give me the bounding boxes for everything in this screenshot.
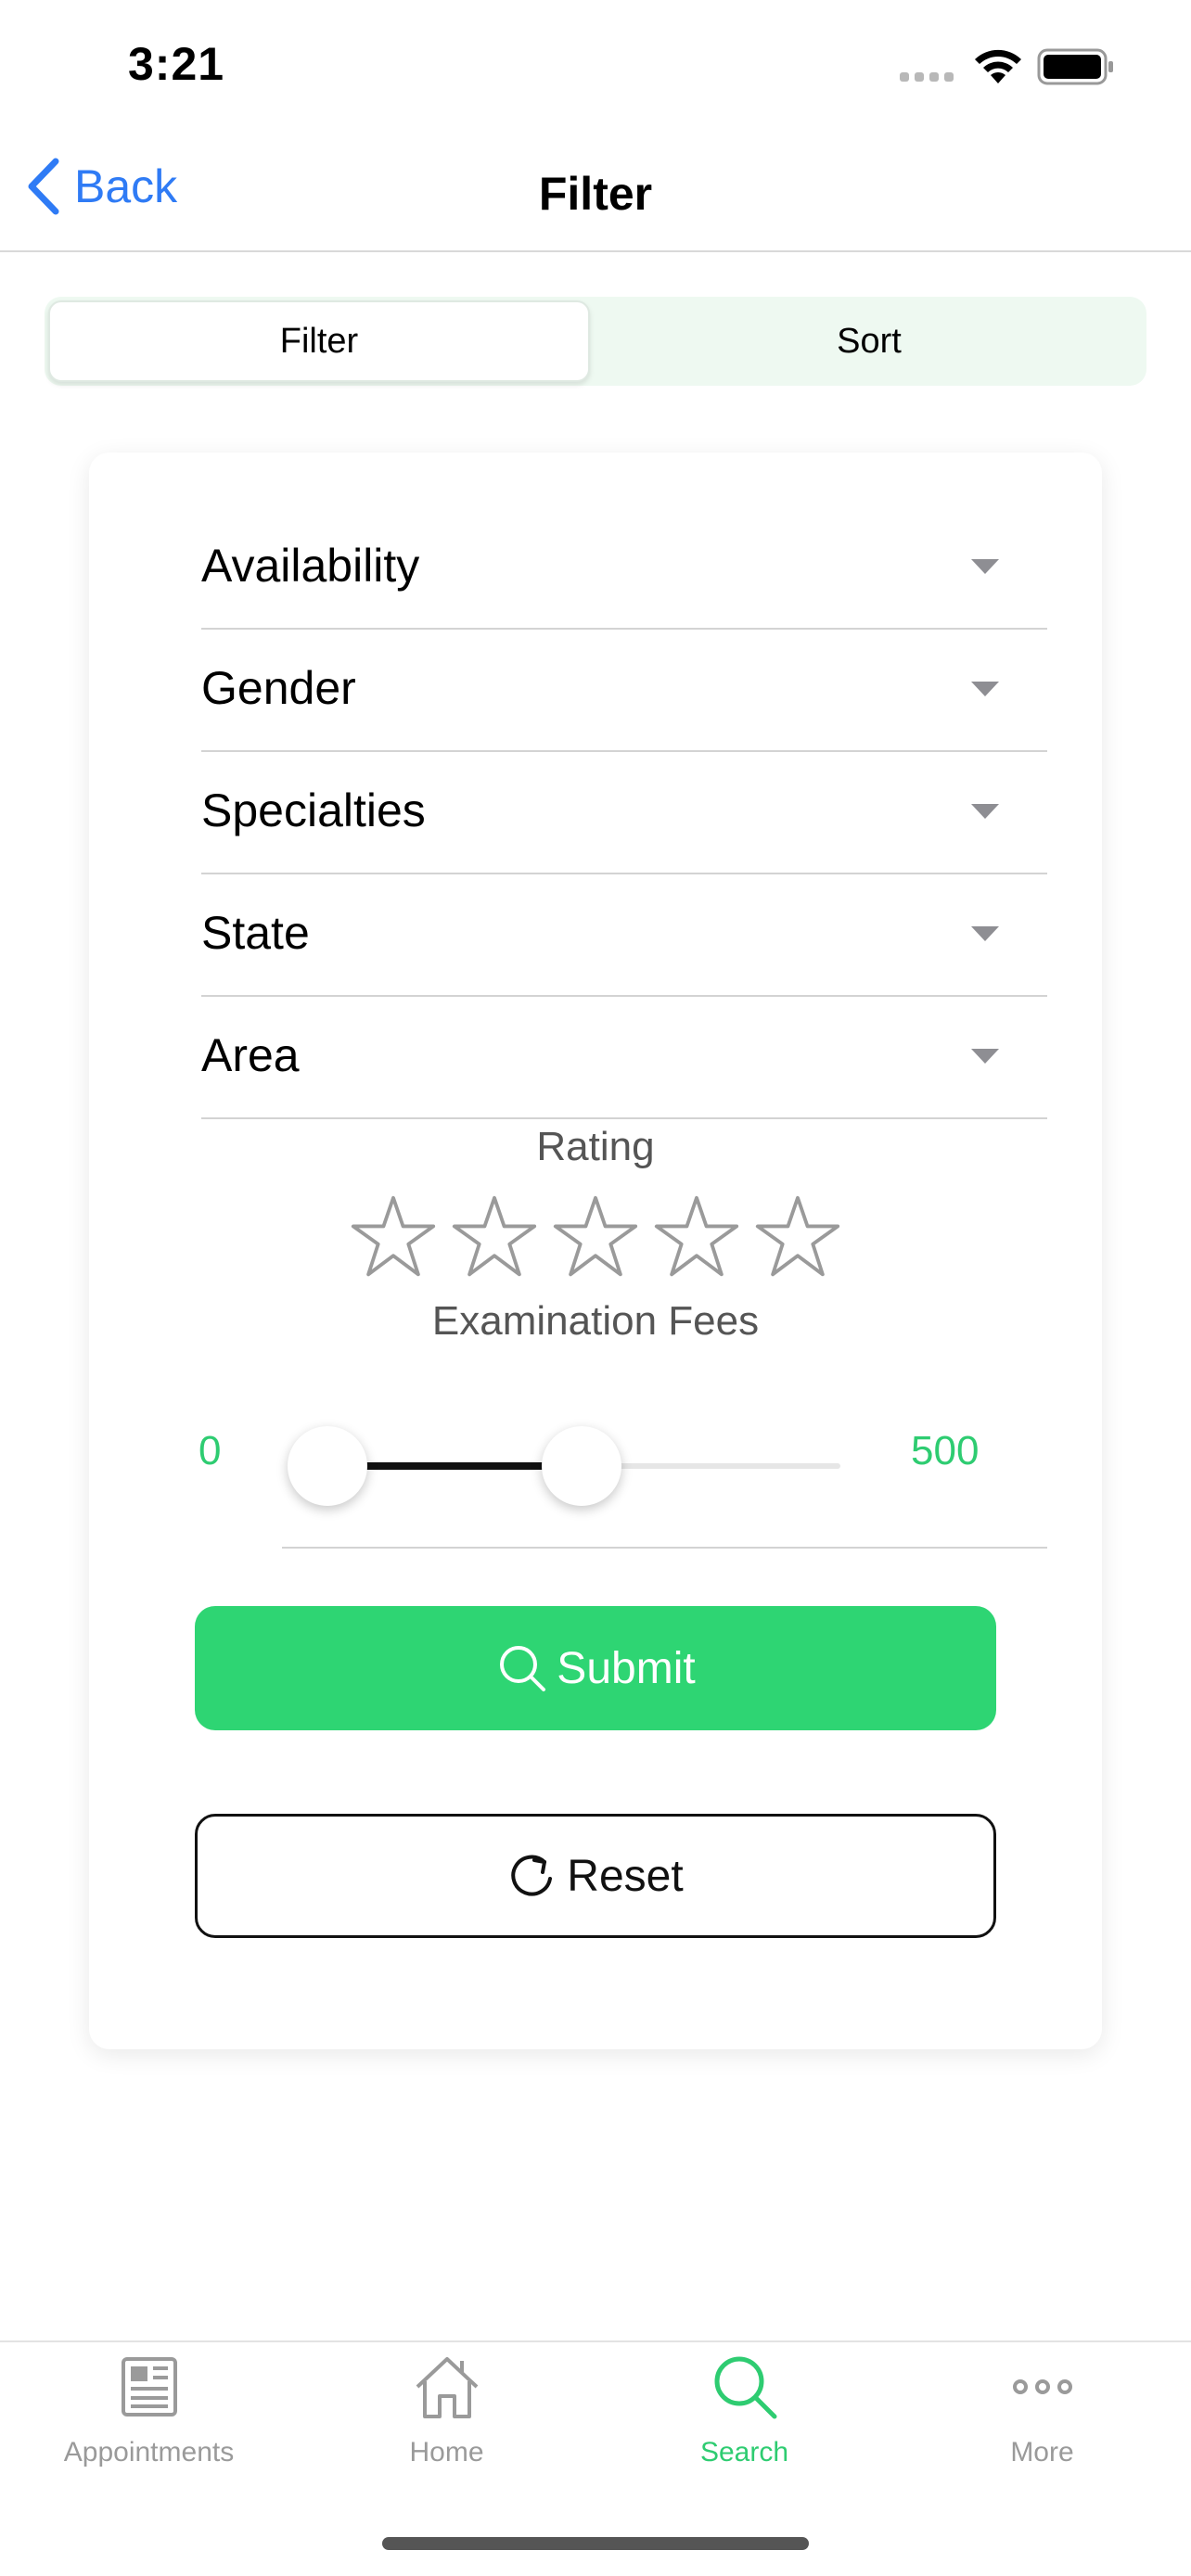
battery-icon bbox=[1037, 48, 1113, 85]
tab-label: Search bbox=[699, 2437, 789, 2468]
rating-stars bbox=[349, 1192, 842, 1282]
state-dropdown[interactable]: State bbox=[201, 874, 1047, 997]
home-icon bbox=[416, 2357, 478, 2418]
reset-button[interactable]: Reset bbox=[195, 1814, 996, 1938]
fees-min-value: 0 bbox=[198, 1428, 222, 1473]
specialties-label: Specialties bbox=[201, 784, 426, 836]
caret-down-icon bbox=[971, 804, 999, 819]
search-icon bbox=[500, 1646, 546, 1691]
tab-label: Appointments bbox=[63, 2437, 235, 2468]
availability-label: Availability bbox=[201, 540, 420, 592]
segment-sort[interactable]: Sort bbox=[596, 300, 1143, 382]
availability-dropdown[interactable]: Availability bbox=[201, 507, 1047, 630]
tab-label: More bbox=[1010, 2437, 1074, 2468]
area-label: Area bbox=[201, 1029, 300, 1081]
fees-slider-max-thumb[interactable] bbox=[542, 1426, 621, 1506]
row-divider bbox=[201, 1117, 1047, 1119]
fees-max-value: 500 bbox=[911, 1428, 980, 1473]
status-time: 3:21 bbox=[128, 38, 225, 90]
gender-label: Gender bbox=[201, 662, 356, 714]
tab-appointments[interactable]: Appointments bbox=[0, 2350, 298, 2489]
search-icon bbox=[714, 2356, 776, 2419]
caret-down-icon bbox=[971, 926, 999, 941]
caret-down-icon bbox=[971, 1049, 999, 1064]
fees-slider-min-thumb[interactable] bbox=[288, 1426, 367, 1506]
rating-label: Rating bbox=[536, 1124, 655, 1169]
submit-button[interactable]: Submit bbox=[195, 1606, 996, 1730]
wifi-icon bbox=[975, 49, 1021, 83]
specialties-dropdown[interactable]: Specialties bbox=[201, 752, 1047, 874]
reset-label: Reset bbox=[567, 1851, 684, 1901]
tab-search[interactable]: Search bbox=[596, 2350, 893, 2489]
tab-label: Home bbox=[409, 2437, 484, 2468]
gender-dropdown[interactable]: Gender bbox=[201, 630, 1047, 752]
caret-down-icon bbox=[971, 682, 999, 696]
segment-filter[interactable]: Filter bbox=[48, 300, 590, 382]
star-icon[interactable] bbox=[652, 1192, 741, 1282]
cellular-signal-icon bbox=[900, 72, 957, 83]
submit-label: Submit bbox=[557, 1643, 696, 1693]
home-indicator bbox=[382, 2537, 809, 2550]
more-icon bbox=[1012, 2379, 1072, 2394]
area-dropdown[interactable]: Area bbox=[201, 997, 1047, 1119]
state-label: State bbox=[201, 907, 310, 959]
filter-sort-segmented-control: Filter Sort bbox=[45, 297, 1146, 386]
star-icon[interactable] bbox=[450, 1192, 539, 1282]
refresh-icon bbox=[511, 1855, 553, 1896]
star-icon[interactable] bbox=[349, 1192, 438, 1282]
tab-home[interactable]: Home bbox=[298, 2350, 596, 2489]
tab-more[interactable]: More bbox=[893, 2350, 1191, 2489]
tabbar-divider bbox=[0, 2340, 1191, 2342]
examination-fees-label: Examination Fees bbox=[431, 1298, 760, 1344]
star-icon[interactable] bbox=[753, 1192, 842, 1282]
slider-divider bbox=[282, 1547, 1047, 1549]
caret-down-icon bbox=[971, 559, 999, 574]
page-title: Filter bbox=[538, 168, 653, 220]
star-icon[interactable] bbox=[551, 1192, 640, 1282]
nav-divider bbox=[0, 250, 1191, 252]
newspaper-icon bbox=[121, 2357, 177, 2417]
